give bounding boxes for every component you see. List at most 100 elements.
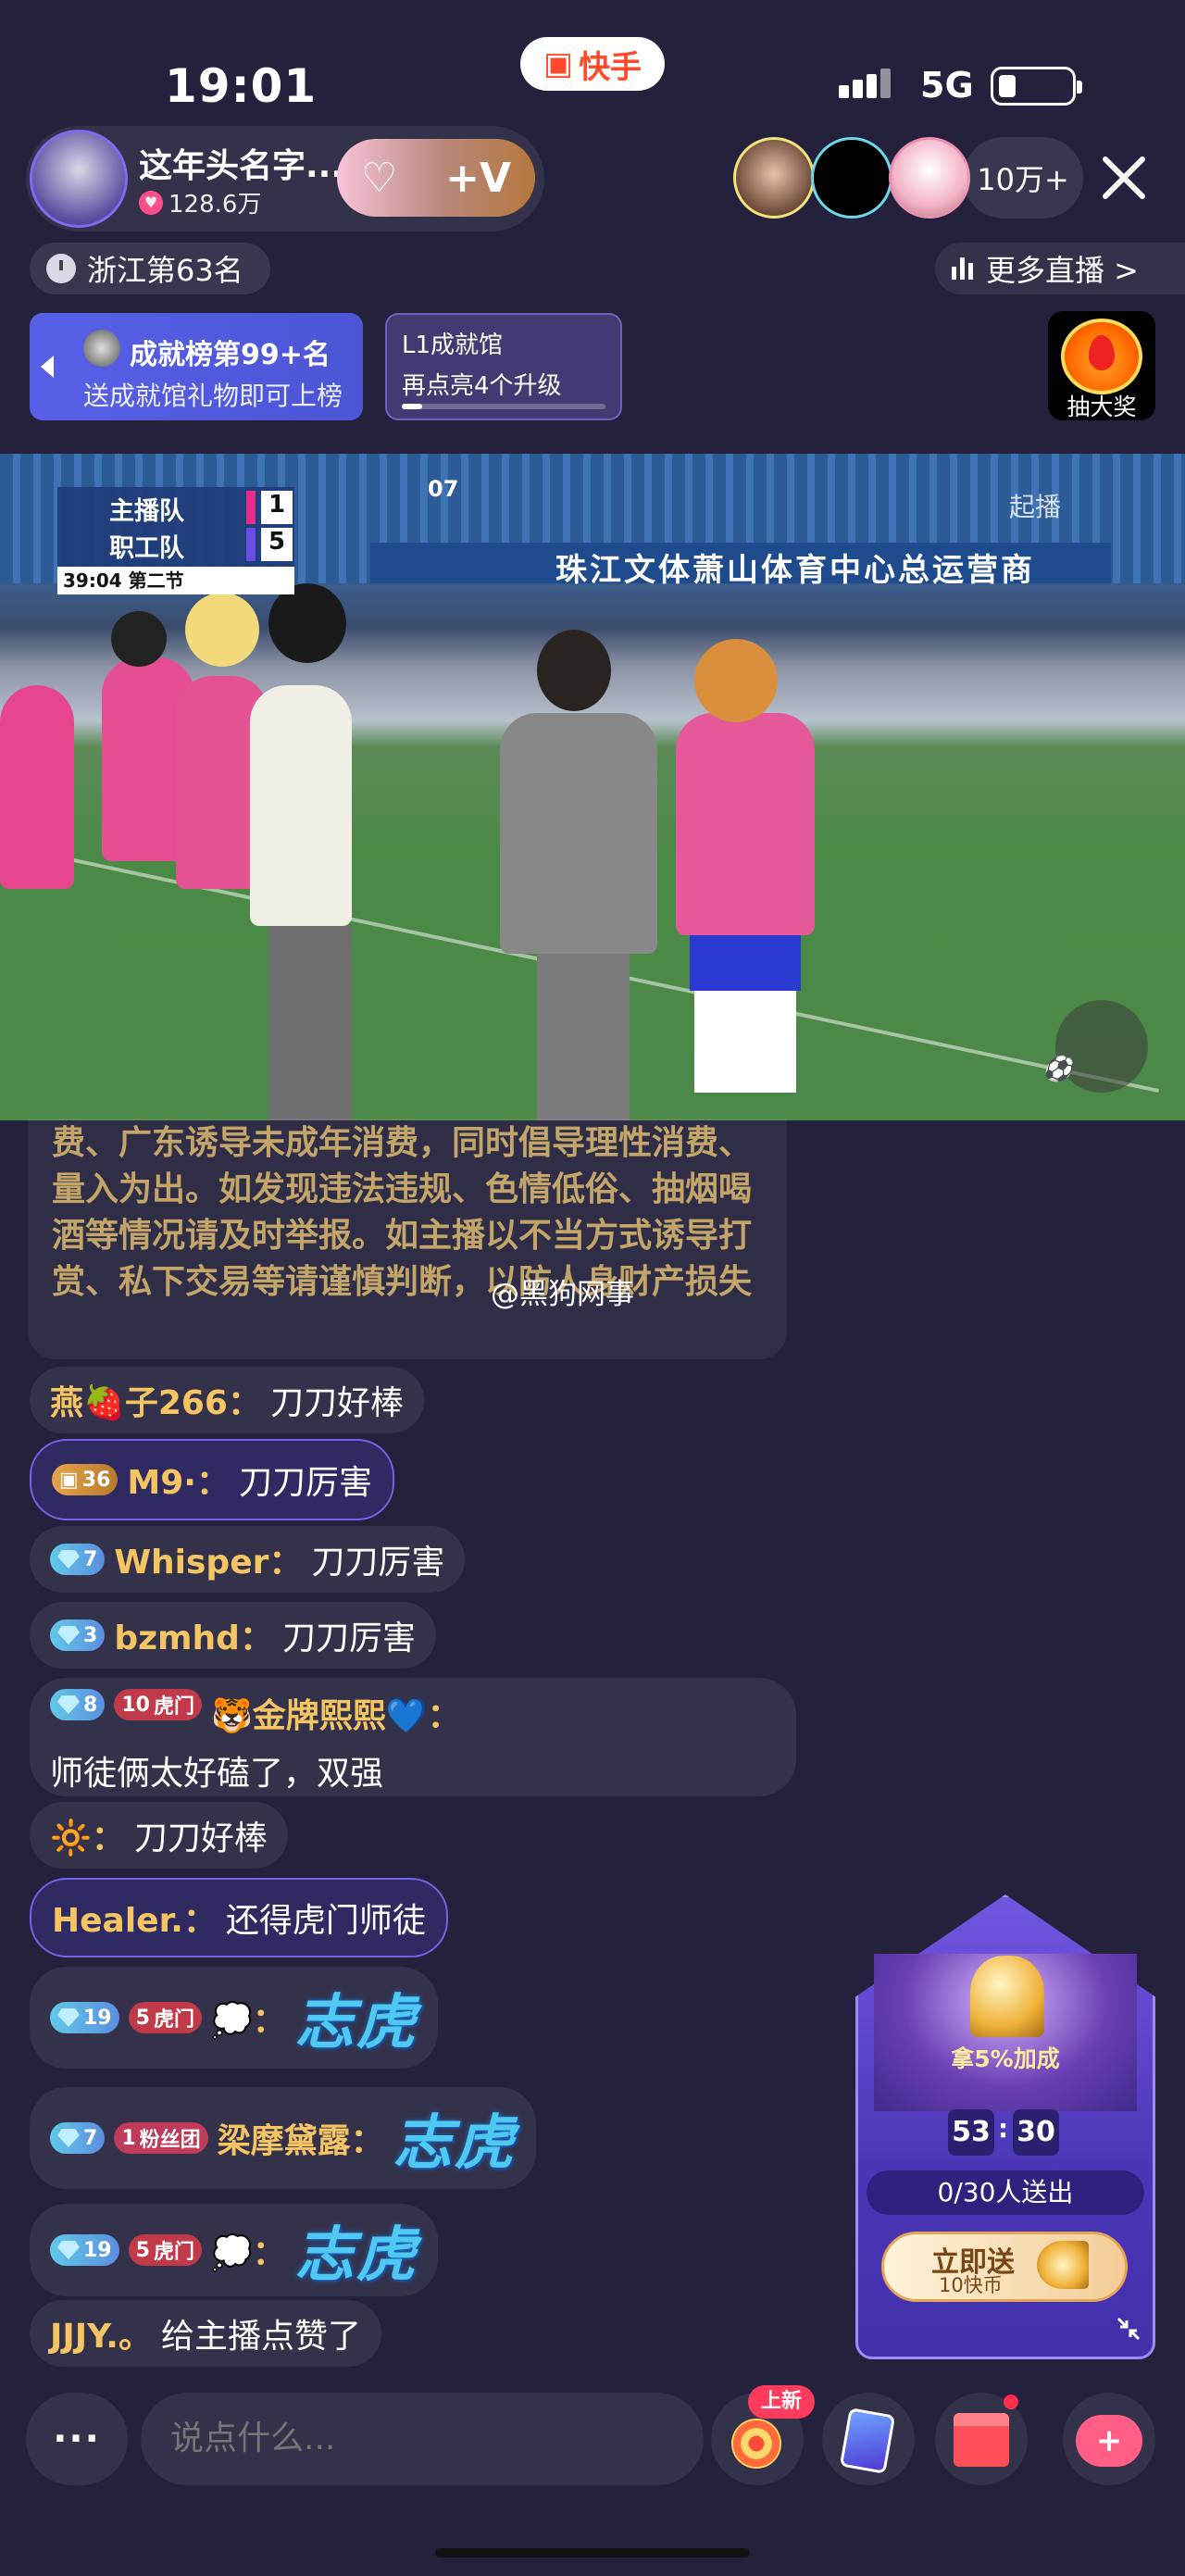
- follow-button[interactable]: ♡ +V: [337, 139, 535, 217]
- chat-username[interactable]: bzmhd：: [114, 1611, 273, 1659]
- anchor-likes: ♥ 128.6万: [139, 185, 261, 219]
- gift-bonus-label: 拿5%加成: [951, 2045, 1060, 2072]
- fan-team-badge: 10 虎门: [114, 1689, 202, 1720]
- viewer-avatar[interactable]: [889, 137, 970, 219]
- viewer-avatar[interactable]: [811, 137, 892, 219]
- fan-team-level: 5: [135, 2006, 150, 2030]
- gift-icon: [954, 2413, 1009, 2467]
- chat-text: 师徒俩太好磕了，双强: [50, 1755, 384, 1793]
- chat-username[interactable]: 💭：: [211, 1994, 286, 2042]
- achievement-avatar-icon: [83, 330, 120, 367]
- chat-message[interactable]: 19 5 虎门 💭： 志虎: [30, 2204, 438, 2296]
- vip-follow-label: +V: [445, 154, 512, 202]
- scoreboard-away-team: 职工队: [109, 534, 184, 563]
- gift-progress: 0/30人送出: [867, 2170, 1144, 2215]
- chat-message[interactable]: 🔆： 刀刀好棒: [30, 1802, 288, 1869]
- chat-sticker-text: 志虎: [393, 2109, 516, 2178]
- chat-message[interactable]: JJJY.。 给主播点赞了: [30, 2300, 381, 2367]
- player: [537, 954, 630, 1120]
- close-icon[interactable]: [1098, 152, 1150, 204]
- level-badge: ▣ 36: [52, 1464, 118, 1495]
- gem-icon: [57, 1626, 80, 1644]
- chat-text: 刀刀好棒: [133, 1819, 268, 1857]
- level-badge: 7: [50, 2122, 106, 2154]
- level-badge: 3: [50, 1619, 106, 1651]
- system-notice-text: 费、广东诱导未成年消费，同时倡导理性消费、量入为出。如发现违法违规、色情低俗、抽…: [52, 1124, 753, 1301]
- player: [676, 713, 815, 935]
- chat-username[interactable]: M9·：: [127, 1456, 230, 1504]
- achievement-title: 成就榜第99+名: [130, 339, 331, 371]
- viewer-avatar[interactable]: [733, 137, 815, 219]
- region-rank-pill[interactable]: 浙江第63名: [30, 243, 270, 294]
- chat-text: 刀刀好棒: [269, 1384, 404, 1422]
- level-badge-value: 3: [83, 1623, 98, 1647]
- chat-message[interactable]: 8 10 虎门 🐯金牌熙熙💙： 师徒俩太好磕了，双强: [30, 1678, 796, 1796]
- fan-team-badge: 1 粉丝团: [114, 2122, 208, 2154]
- signal-icon: [839, 69, 891, 98]
- more-live-label: 更多直播 >: [986, 253, 1139, 288]
- player: [500, 713, 657, 954]
- gem-icon: [57, 2129, 80, 2147]
- level-progress-fill: [402, 404, 422, 409]
- flame-icon: [1089, 335, 1115, 370]
- fan-team-badge: 5 虎门: [128, 2234, 202, 2266]
- fan-team-level: 5: [135, 2238, 150, 2262]
- chat-message[interactable]: Healer.： 还得虎门师徒: [30, 1878, 448, 1957]
- chat-text: 还得虎门师徒: [225, 1902, 426, 1940]
- chat-text: 刀刀厉害: [311, 1544, 445, 1582]
- chat-message[interactable]: 19 5 虎门 💭： 志虎: [30, 1967, 438, 2069]
- chat-message[interactable]: ▣ 36 M9·： 刀刀厉害: [30, 1439, 394, 1520]
- viewer-count[interactable]: 10万+: [963, 137, 1083, 219]
- chat-username[interactable]: 🔆：: [50, 1811, 125, 1859]
- chat-input[interactable]: [141, 2393, 704, 2485]
- gem-icon: [57, 1695, 80, 1714]
- chat-message[interactable]: 燕🍓子266： 刀刀好棒: [30, 1367, 424, 1433]
- chat-username[interactable]: JJJY.。: [50, 2309, 152, 2357]
- chevron-left-icon: [41, 356, 54, 378]
- chat-message[interactable]: 3 bzmhd： 刀刀厉害: [30, 1602, 436, 1669]
- chat-message[interactable]: 7 1 粉丝团 梁摩黛露： 志虎: [30, 2087, 536, 2189]
- fan-team-badge: 5 虎门: [128, 2002, 202, 2033]
- level-badge: 19: [50, 2002, 119, 2033]
- level-badge-value: 8: [83, 1693, 98, 1717]
- fan-team-name: 虎门: [153, 1695, 194, 1719]
- fan-team-name: 虎门: [153, 2008, 194, 2032]
- level-badge-value: 7: [83, 2126, 98, 2150]
- chat-username[interactable]: 燕🍓子266：: [50, 1376, 261, 1424]
- more-options-button[interactable]: ···: [26, 2393, 128, 2485]
- likes-count: 128.6万: [168, 191, 262, 219]
- chat-message[interactable]: 7 Whisper： 刀刀厉害: [30, 1526, 466, 1593]
- weibo-watermark: @黑狗网事: [491, 1278, 634, 1311]
- collapse-icon[interactable]: [1115, 2315, 1142, 2343]
- home-indicator: [435, 2548, 750, 2557]
- box-icon: ▣: [59, 1468, 79, 1492]
- chat-sticker-text: 志虎: [294, 2221, 418, 2290]
- player-head: [268, 583, 346, 663]
- anchor-avatar[interactable]: [30, 130, 128, 228]
- player: [0, 685, 74, 889]
- level-title: L1成就馆: [402, 331, 504, 359]
- stands-number: 07: [428, 476, 459, 502]
- kuaishou-logo-icon: ▣: [543, 45, 574, 82]
- anchor-name[interactable]: 这年头名字...: [139, 139, 343, 187]
- chat-username[interactable]: 梁摩黛露：: [218, 2114, 384, 2162]
- player-head: [694, 639, 778, 722]
- network-label: 5G: [920, 65, 974, 106]
- level-badge-value: 36: [81, 1468, 111, 1492]
- chat-username[interactable]: 🐯金牌熙熙💙：: [211, 1689, 461, 1737]
- countdown-seconds: 30: [1013, 2109, 1059, 2156]
- bar-chart-icon: [952, 257, 973, 280]
- target-icon: [731, 2419, 781, 2469]
- chat-username[interactable]: Healer.：: [52, 1894, 217, 1942]
- gift-price: 10快币: [939, 2274, 1003, 2296]
- league-logo: ⚽: [1042, 1056, 1073, 1083]
- fan-team-level: 10: [121, 1693, 150, 1717]
- live-video[interactable]: 珠江文体萧山体育中心总运营商 07 主播队 职工队 1 5 39:04 第二节 …: [0, 454, 1185, 1120]
- chat-username[interactable]: Whisper：: [114, 1535, 302, 1583]
- more-live-button[interactable]: 更多直播 >: [935, 243, 1185, 294]
- player-head: [111, 611, 167, 667]
- gem-icon: [57, 2008, 80, 2027]
- scoreboard-home-team: 主播队: [109, 497, 184, 526]
- app-name: 快手: [579, 48, 642, 86]
- chat-username[interactable]: 💭：: [211, 2226, 286, 2274]
